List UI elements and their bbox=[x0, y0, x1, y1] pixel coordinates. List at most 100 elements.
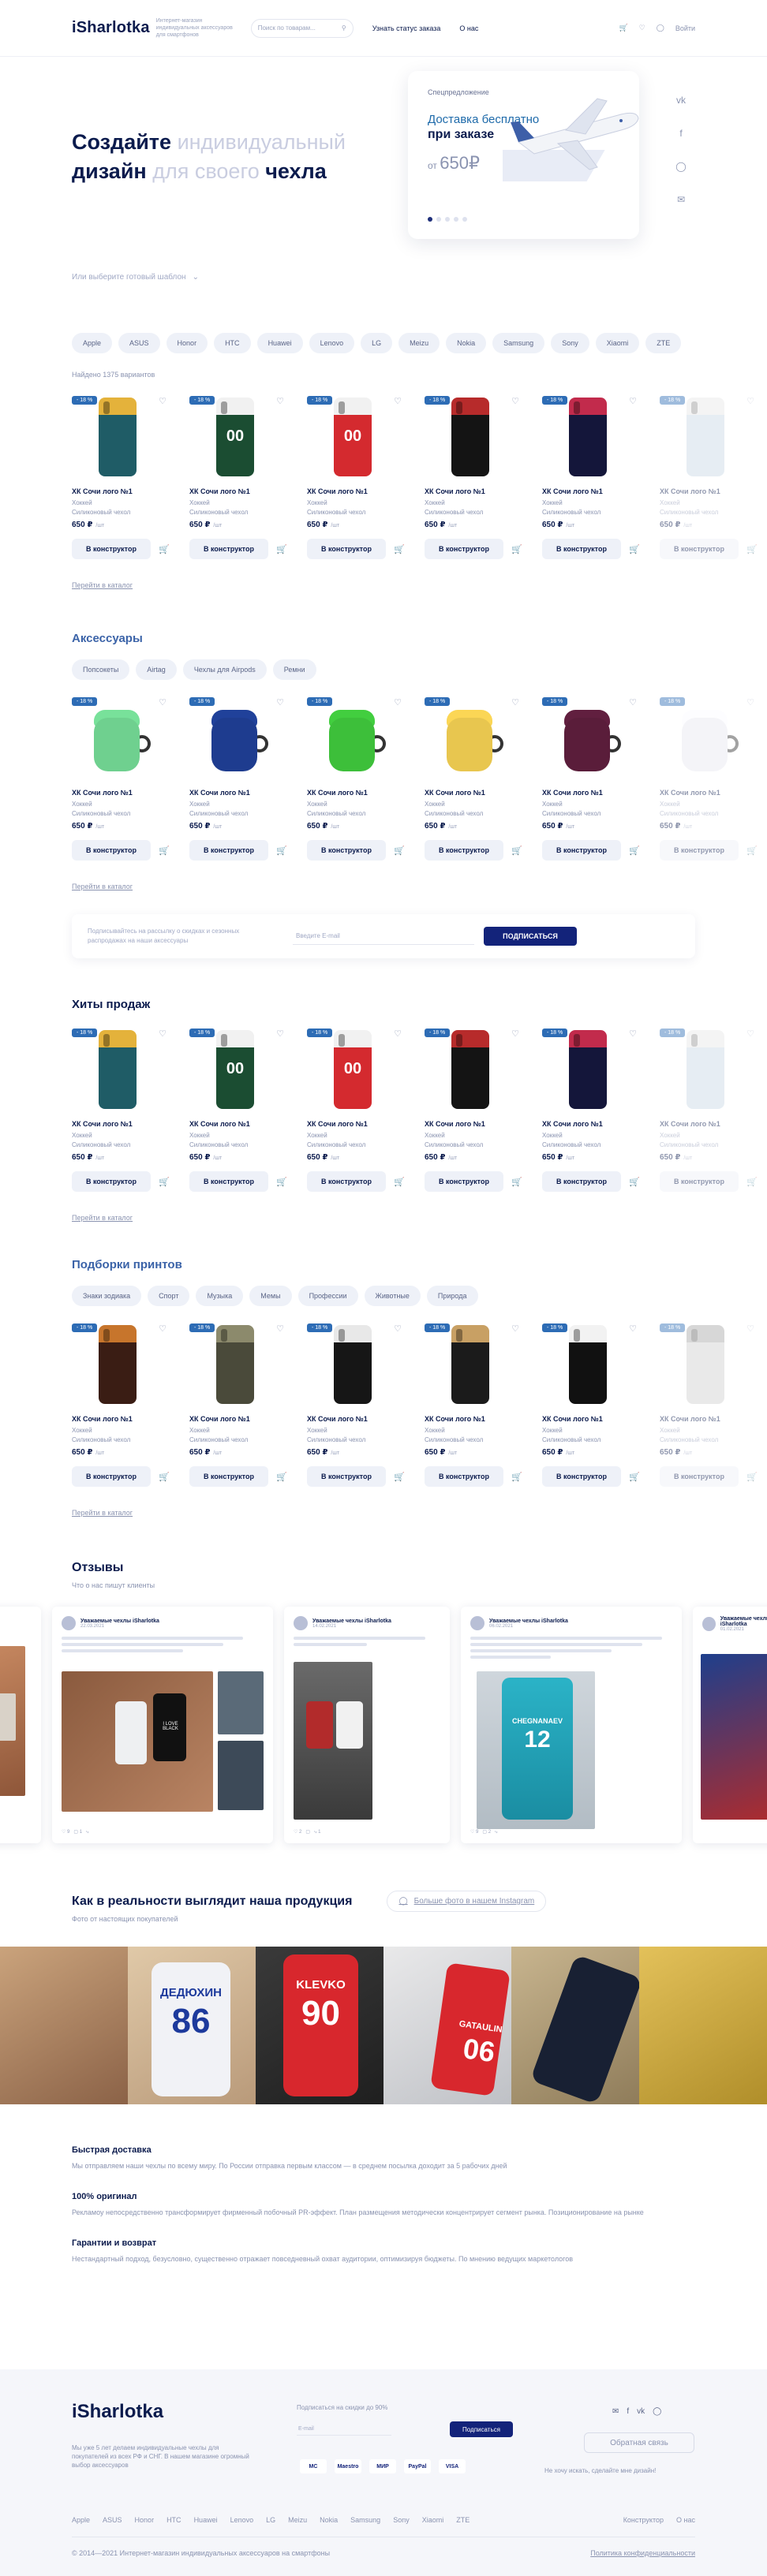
product-card[interactable]: - 18 % ♡ ХК Сочи лого №1 Хоккей Силиконо… bbox=[660, 396, 761, 559]
favorite-icon[interactable]: ♡ bbox=[746, 396, 754, 406]
slider-dots[interactable] bbox=[428, 217, 467, 222]
brand-chip[interactable]: Xiaomi bbox=[595, 333, 640, 353]
product-card[interactable]: - 18 % ♡ ХК Сочи лого №1 Хоккей Силиконо… bbox=[425, 1323, 526, 1487]
product-card[interactable]: - 18 % ♡ ХК Сочи лого №1 Хоккей Силиконо… bbox=[189, 697, 290, 861]
to-constructor-button[interactable]: В конструктор bbox=[307, 539, 386, 559]
footer-brand-link[interactable]: Meizu bbox=[288, 2516, 307, 2524]
customer-photo[interactable]: KLEVKO 90 bbox=[256, 1947, 384, 2104]
newsletter-subscribe-button[interactable]: ПОДПИСАТЬСЯ bbox=[484, 927, 577, 946]
customer-photo[interactable]: ДЕДЮХИН 86 bbox=[128, 1947, 256, 2104]
favorite-icon[interactable]: ♡ bbox=[511, 396, 519, 406]
product-name[interactable]: ХК Сочи лого №1 bbox=[189, 487, 290, 495]
footer-nav-link[interactable]: О нас bbox=[676, 2516, 695, 2524]
cart-icon[interactable]: 🛒 bbox=[629, 1472, 640, 1482]
to-constructor-button[interactable]: В конструктор bbox=[425, 539, 503, 559]
brand-chip[interactable]: Meizu bbox=[398, 333, 440, 353]
product-card[interactable]: - 18 % ♡ 00 ХК Сочи лого №1 Хоккей Силик… bbox=[307, 396, 408, 559]
cart-icon[interactable]: 🛒 bbox=[394, 544, 405, 554]
logo[interactable]: iSharlotka bbox=[72, 19, 150, 37]
instagram-icon[interactable]: ◯ bbox=[675, 161, 687, 174]
to-constructor-button[interactable]: В конструктор bbox=[660, 1466, 739, 1487]
promo-slider[interactable]: Спецпредложение Доставка бесплатно при за… bbox=[408, 71, 639, 239]
to-constructor-button[interactable]: В конструктор bbox=[660, 840, 739, 861]
product-card[interactable]: - 18 % ♡ ХК Сочи лого №1 Хоккей Силиконо… bbox=[425, 1029, 526, 1192]
cart-icon[interactable]: 🛒 bbox=[619, 24, 627, 32]
user-icon[interactable]: ◯ bbox=[657, 24, 664, 32]
review-card[interactable]: Уважаемые чехлы iSharlotka 14.02.2021 ♡ 2… bbox=[284, 1607, 450, 1843]
review-card[interactable] bbox=[0, 1607, 41, 1843]
to-constructor-button[interactable]: В конструктор bbox=[72, 840, 151, 861]
product-name[interactable]: ХК Сочи лого №1 bbox=[189, 1415, 290, 1423]
footer-brand-link[interactable]: ASUS bbox=[103, 2516, 122, 2524]
footer-brand-link[interactable]: ZTE bbox=[456, 2516, 470, 2524]
favorite-icon[interactable]: ♡ bbox=[159, 1029, 166, 1039]
product-name[interactable]: ХК Сочи лого №1 bbox=[189, 789, 290, 797]
brand-chip[interactable]: ZTE bbox=[645, 333, 682, 353]
to-constructor-button[interactable]: В конструктор bbox=[72, 1466, 151, 1487]
to-constructor-button[interactable]: В конструктор bbox=[72, 539, 151, 559]
product-name[interactable]: ХК Сочи лого №1 bbox=[307, 487, 408, 495]
accessory-chip[interactable]: Чехлы для Airpods bbox=[182, 659, 267, 680]
product-name[interactable]: ХК Сочи лого №1 bbox=[72, 789, 173, 797]
favorite-icon[interactable]: ♡ bbox=[511, 1323, 519, 1334]
footer-brand-link[interactable]: Xiaomi bbox=[422, 2516, 444, 2524]
to-constructor-button[interactable]: В конструктор bbox=[189, 1466, 268, 1487]
to-constructor-button[interactable]: В конструктор bbox=[72, 1171, 151, 1192]
cart-icon[interactable]: 🛒 bbox=[276, 1177, 287, 1187]
cart-icon[interactable]: 🛒 bbox=[276, 1472, 287, 1482]
print-chip[interactable]: Природа bbox=[426, 1286, 478, 1306]
accessory-chip[interactable]: Попсокеты bbox=[72, 659, 130, 680]
favorite-icon[interactable]: ♡ bbox=[276, 1323, 284, 1334]
product-name[interactable]: ХК Сочи лого №1 bbox=[307, 789, 408, 797]
cart-icon[interactable]: 🛒 bbox=[159, 1177, 170, 1187]
instagram-icon[interactable]: ◯ bbox=[653, 2407, 661, 2416]
favorite-icon[interactable]: ♡ bbox=[394, 697, 402, 707]
product-card[interactable]: - 18 % ♡ ХК Сочи лого №1 Хоккей Силиконо… bbox=[72, 1029, 173, 1192]
footer-brand-link[interactable]: LG bbox=[266, 2516, 275, 2524]
mail-icon[interactable]: ✉ bbox=[675, 194, 687, 207]
cart-icon[interactable]: 🛒 bbox=[159, 544, 170, 554]
product-card[interactable]: - 18 % ♡ ХК Сочи лого №1 Хоккей Силиконо… bbox=[542, 697, 643, 861]
favorite-icon[interactable]: ♡ bbox=[629, 1029, 637, 1039]
vk-icon[interactable]: vk bbox=[675, 95, 687, 107]
product-name[interactable]: ХК Сочи лого №1 bbox=[542, 1415, 643, 1423]
product-card[interactable]: - 18 % ♡ ХК Сочи лого №1 Хоккей Силиконо… bbox=[425, 396, 526, 559]
favorite-icon[interactable]: ♡ bbox=[394, 1029, 402, 1039]
favorite-icon[interactable]: ♡ bbox=[746, 697, 754, 707]
to-constructor-button[interactable]: В конструктор bbox=[189, 539, 268, 559]
product-name[interactable]: ХК Сочи лого №1 bbox=[660, 789, 761, 797]
cart-icon[interactable]: 🛒 bbox=[511, 1177, 522, 1187]
cart-icon[interactable]: 🛒 bbox=[629, 544, 640, 554]
favorite-icon[interactable]: ♡ bbox=[394, 1323, 402, 1334]
brand-chip[interactable]: Honor bbox=[166, 333, 208, 353]
brand-chip[interactable]: LG bbox=[361, 333, 393, 353]
print-chip[interactable]: Мемы bbox=[249, 1286, 292, 1306]
pick-template-dropdown[interactable]: Или выберите готовый шаблон ⌄ bbox=[72, 273, 387, 282]
product-name[interactable]: ХК Сочи лого №1 bbox=[542, 1120, 643, 1128]
footer-subscribe-button[interactable]: Подписаться bbox=[450, 2421, 513, 2437]
cart-icon[interactable]: 🛒 bbox=[511, 544, 522, 554]
order-status-link[interactable]: Узнать статус заказа bbox=[372, 24, 441, 32]
product-name[interactable]: ХК Сочи лого №1 bbox=[72, 1120, 173, 1128]
customer-photo-strip[interactable]: ДЕДЮХИН 86 KLEVKO 90 GATAULIN 06 bbox=[0, 1947, 767, 2104]
product-card[interactable]: - 18 % ♡ ХК Сочи лого №1 Хоккей Силиконо… bbox=[660, 697, 761, 861]
footer-brand-link[interactable]: Huawei bbox=[194, 2516, 218, 2524]
to-constructor-button[interactable]: В конструктор bbox=[542, 1466, 621, 1487]
footer-brand-link[interactable]: Honor bbox=[135, 2516, 155, 2524]
brand-chip[interactable]: Apple bbox=[72, 333, 113, 353]
to-constructor-button[interactable]: В конструктор bbox=[425, 1466, 503, 1487]
product-card[interactable]: - 18 % ♡ ХК Сочи лого №1 Хоккей Силиконо… bbox=[660, 1323, 761, 1487]
favorite-icon[interactable]: ♡ bbox=[746, 1323, 754, 1334]
facebook-icon[interactable]: f bbox=[675, 128, 687, 140]
product-card[interactable]: - 18 % ♡ 00 ХК Сочи лого №1 Хоккей Силик… bbox=[307, 1029, 408, 1192]
cart-icon[interactable]: 🛒 bbox=[159, 1472, 170, 1482]
brand-chip[interactable]: Sony bbox=[551, 333, 589, 353]
favorite-icon[interactable]: ♡ bbox=[746, 1029, 754, 1039]
heart-icon[interactable]: ♡ bbox=[639, 24, 645, 32]
product-name[interactable]: ХК Сочи лого №1 bbox=[660, 487, 761, 495]
print-chip[interactable]: Спорт bbox=[148, 1286, 190, 1306]
footer-logo[interactable]: iSharlotka bbox=[72, 2401, 163, 2423]
accessory-chip[interactable]: Ремни bbox=[272, 659, 316, 680]
feedback-button[interactable]: Обратная связь bbox=[584, 2432, 694, 2453]
brand-chip[interactable]: Samsung bbox=[492, 333, 545, 353]
